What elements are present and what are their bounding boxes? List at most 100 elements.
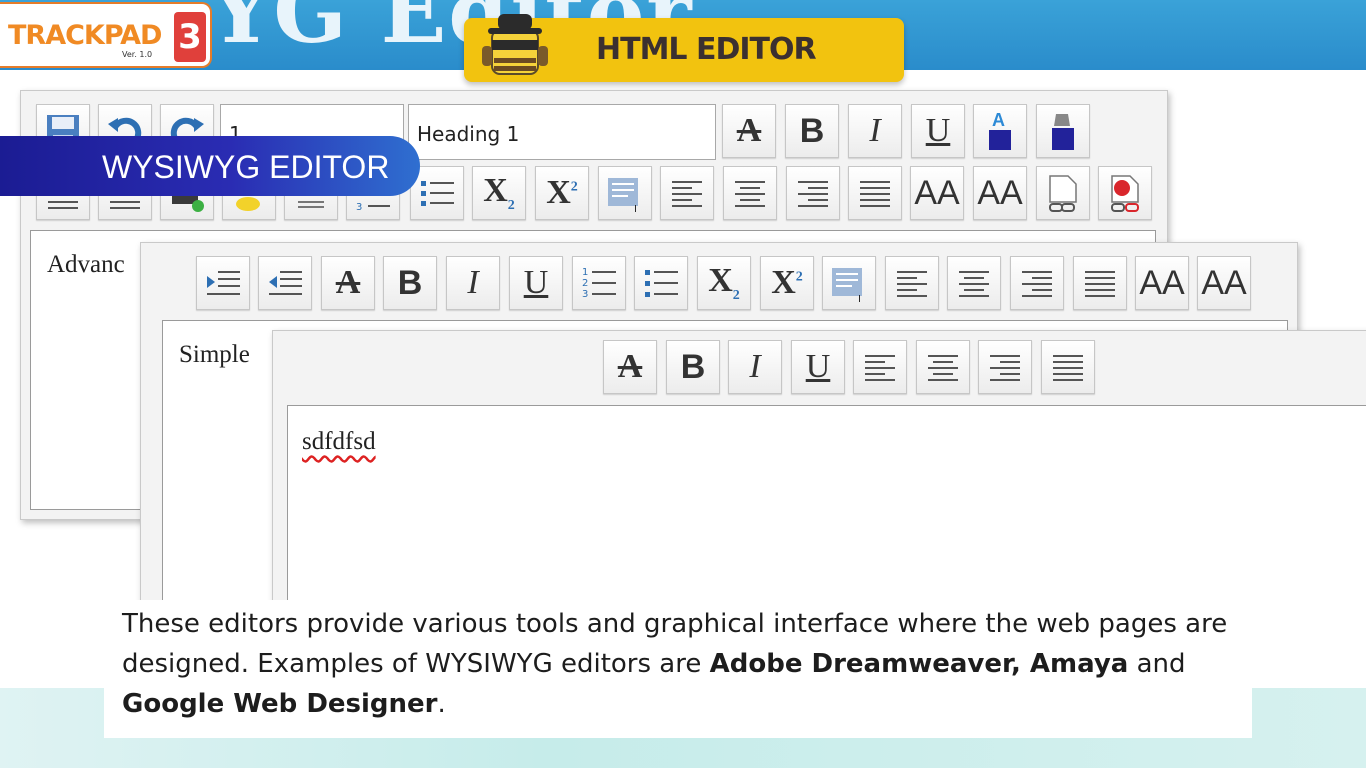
caption-line-1: These editors provide various tools and … [122, 609, 1228, 639]
ordered-list-icon: 123 [582, 267, 616, 300]
simple-editor-text: Simple [179, 341, 250, 368]
italic-button[interactable]: I [848, 104, 902, 158]
align-center-icon [959, 271, 989, 297]
align-right-button[interactable] [786, 166, 840, 220]
align-left-icon [672, 181, 702, 207]
svg-text:A: A [992, 110, 1005, 130]
italic-icon: I [869, 112, 881, 149]
font-color-button[interactable]: A [973, 104, 1027, 158]
heading-select[interactable]: Heading 1 [408, 104, 716, 160]
increase-font-icon: AA [914, 174, 960, 212]
outdent-button-2[interactable] [258, 256, 312, 310]
bold-icon: B [680, 348, 706, 386]
insert-link-button[interactable] [1036, 166, 1090, 220]
subscript-button-2[interactable]: X2 [697, 256, 751, 310]
align-right-button-2[interactable] [1010, 256, 1064, 310]
bold-button[interactable]: B [785, 104, 839, 158]
caption-line-3-end: . [437, 689, 446, 719]
strikethrough-button-3[interactable]: A [603, 340, 657, 394]
logo-badge: 3 [174, 12, 206, 62]
svg-text:2: 2 [582, 278, 588, 289]
caption-line-2: designed. Examples of WYSIWYG editors ar… [122, 649, 710, 679]
strikethrough-icon: A [335, 264, 361, 301]
svg-text:I: I [634, 204, 637, 214]
link-icon [1049, 175, 1077, 212]
align-center-button-2[interactable] [947, 256, 1001, 310]
italic-icon: I [749, 348, 761, 385]
align-left-button-2[interactable] [885, 256, 939, 310]
align-left-button[interactable] [660, 166, 714, 220]
format-block-button-2[interactable]: I [822, 256, 876, 310]
caption-text: These editors provide various tools and … [122, 604, 1242, 724]
strikethrough-button-2[interactable]: A [321, 256, 375, 310]
bold-icon: B [799, 112, 825, 150]
caption-line-2-end: and [1128, 649, 1186, 679]
align-right-icon [1022, 271, 1052, 297]
decrease-font-button-2[interactable]: AA [1197, 256, 1251, 310]
format-block-icon: I [608, 178, 638, 214]
html-editor-banner: HTML EDITOR [464, 14, 904, 82]
italic-icon: I [467, 264, 479, 301]
underline-button-3[interactable]: U [791, 340, 845, 394]
svg-text:1: 1 [582, 267, 588, 278]
indent-icon [207, 271, 240, 295]
align-left-icon [897, 271, 927, 297]
align-right-button-3[interactable] [978, 340, 1032, 394]
subscript-button[interactable]: X2 [472, 166, 526, 220]
wysiwyg-editor-label: WYSIWYG EDITOR [0, 136, 420, 196]
align-left-icon [865, 355, 895, 381]
wysiwyg-editor-label-text: WYSIWYG EDITOR [102, 149, 390, 185]
bold-button-3[interactable]: B [666, 340, 720, 394]
italic-button-2[interactable]: I [446, 256, 500, 310]
underline-icon: U [925, 112, 951, 149]
svg-text:3: 3 [356, 202, 362, 213]
thief-mascot-icon [482, 14, 548, 75]
justify-icon [1085, 271, 1115, 297]
svg-text:3: 3 [582, 289, 588, 300]
banner-title: HTML EDITOR [596, 32, 817, 67]
justify-button-2[interactable] [1073, 256, 1127, 310]
superscript-button-2[interactable]: X2 [760, 256, 814, 310]
font-color-icon: A [989, 110, 1011, 150]
underline-button-2[interactable]: U [509, 256, 563, 310]
outdent-icon [269, 271, 302, 295]
strikethrough-icon: A [736, 112, 762, 149]
justify-button-3[interactable] [1041, 340, 1095, 394]
increase-font-icon: AA [1139, 264, 1185, 302]
align-center-icon [928, 355, 958, 381]
increase-font-button-2[interactable]: AA [1135, 256, 1189, 310]
align-left-button-3[interactable] [853, 340, 907, 394]
bold-button-2[interactable]: B [383, 256, 437, 310]
bold-icon: B [397, 264, 423, 302]
subscript-icon: X2 [708, 261, 740, 303]
advanced-editor-text: Advanc [47, 251, 125, 278]
decrease-font-button[interactable]: AA [973, 166, 1027, 220]
strikethrough-button[interactable]: A [722, 104, 776, 158]
superscript-button[interactable]: X2 [535, 166, 589, 220]
strikethrough-icon: A [617, 348, 643, 385]
increase-font-button[interactable]: AA [910, 166, 964, 220]
align-center-icon [735, 181, 765, 207]
underline-button[interactable]: U [911, 104, 965, 158]
justify-icon [860, 181, 890, 207]
superscript-icon: X2 [771, 264, 803, 301]
align-center-button-3[interactable] [916, 340, 970, 394]
indent-button-2[interactable] [196, 256, 250, 310]
basic-editor-text: sdfdfsd [302, 428, 376, 455]
ordered-list-button-2[interactable]: 123 [572, 256, 626, 310]
unordered-list-button-2[interactable] [634, 256, 688, 310]
italic-button-3[interactable]: I [728, 340, 782, 394]
align-center-button[interactable] [723, 166, 777, 220]
format-block-icon: I [832, 268, 862, 304]
format-block-button[interactable]: I [598, 166, 652, 220]
decrease-font-icon: AA [1201, 264, 1247, 302]
remove-link-button[interactable] [1098, 166, 1152, 220]
align-right-icon [798, 181, 828, 207]
caption-bold-google: Google Web Designer [122, 689, 438, 719]
unordered-list-icon [645, 270, 678, 297]
logo-text: TRACKPAD [8, 19, 162, 51]
highlight-color-button[interactable] [1036, 104, 1090, 158]
svg-text:I: I [858, 294, 861, 304]
unordered-list-icon [421, 181, 454, 206]
justify-button[interactable] [848, 166, 902, 220]
